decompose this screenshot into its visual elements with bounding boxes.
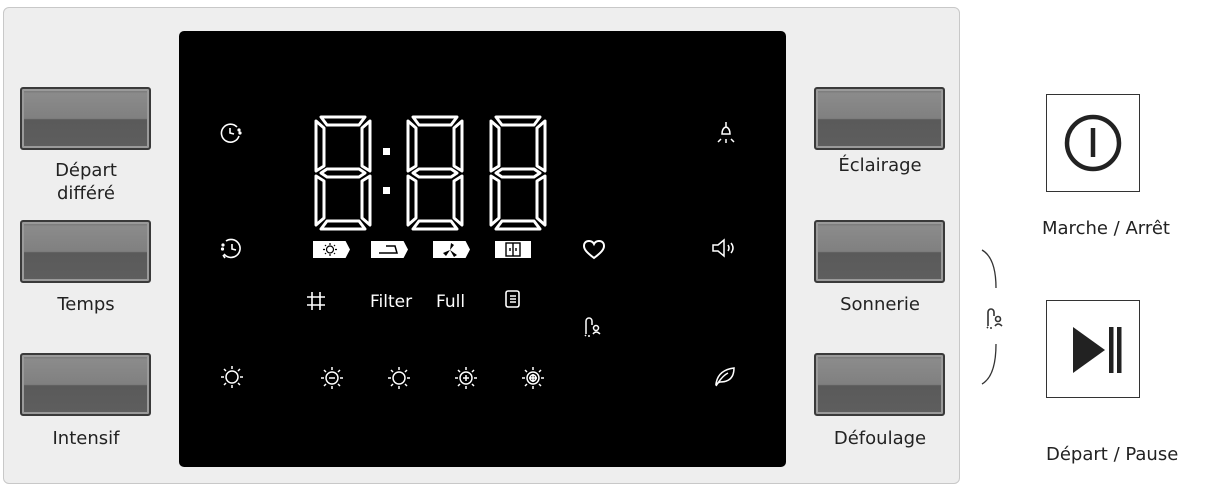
power-icon xyxy=(1064,114,1122,172)
delayed-start-label: Départ différé xyxy=(6,159,166,205)
time-label: Temps xyxy=(57,294,115,315)
program-cabinet-icon xyxy=(495,241,531,258)
grid-icon xyxy=(306,291,326,311)
sun-icon xyxy=(219,364,245,390)
lighting-label: Éclairage xyxy=(838,155,922,176)
leaf-icon xyxy=(712,364,738,388)
lamp-icon xyxy=(715,120,737,146)
heart-icon xyxy=(582,239,606,261)
defoulage-button[interactable] xyxy=(814,353,945,416)
level-plus-icon xyxy=(453,365,479,391)
program-iron-icon xyxy=(371,241,408,258)
delayed-start-label-line1: Départ xyxy=(55,160,117,181)
power-button[interactable] xyxy=(1046,94,1140,192)
start-pause-label: Départ / Pause xyxy=(1046,444,1179,465)
timer-clock-icon xyxy=(219,236,245,262)
lcd-display: Filter Full xyxy=(179,31,786,467)
lighting-button[interactable] xyxy=(814,87,945,150)
sound-label: Sonnerie xyxy=(840,294,920,315)
list-icon xyxy=(504,289,522,309)
child-lock-key-icon[interactable] xyxy=(984,304,1006,330)
level-max-icon xyxy=(520,365,546,391)
start-pause-button[interactable] xyxy=(1046,300,1140,398)
speaker-icon xyxy=(710,237,740,259)
intensive-label: Intensif xyxy=(52,428,120,449)
filter-text: Filter xyxy=(370,292,413,312)
time-button[interactable] xyxy=(20,220,151,283)
sound-button[interactable] xyxy=(814,220,945,283)
power-label: Marche / Arrêt xyxy=(1042,218,1170,239)
program-fan-icon xyxy=(433,241,470,258)
delay-clock-icon xyxy=(219,121,243,145)
program-dry-icon xyxy=(313,241,350,258)
level-normal-icon xyxy=(386,365,412,391)
play-pause-icon xyxy=(1073,327,1122,373)
delayed-start-label-line2: différé xyxy=(57,183,115,204)
defoulage-label: Défoulage xyxy=(833,428,927,449)
full-text: Full xyxy=(436,292,466,312)
child-lock-icon xyxy=(582,314,604,338)
intensive-button[interactable] xyxy=(20,353,151,416)
delayed-start-button[interactable] xyxy=(20,87,151,150)
time-readout xyxy=(314,115,547,231)
level-minus-icon xyxy=(319,365,345,391)
